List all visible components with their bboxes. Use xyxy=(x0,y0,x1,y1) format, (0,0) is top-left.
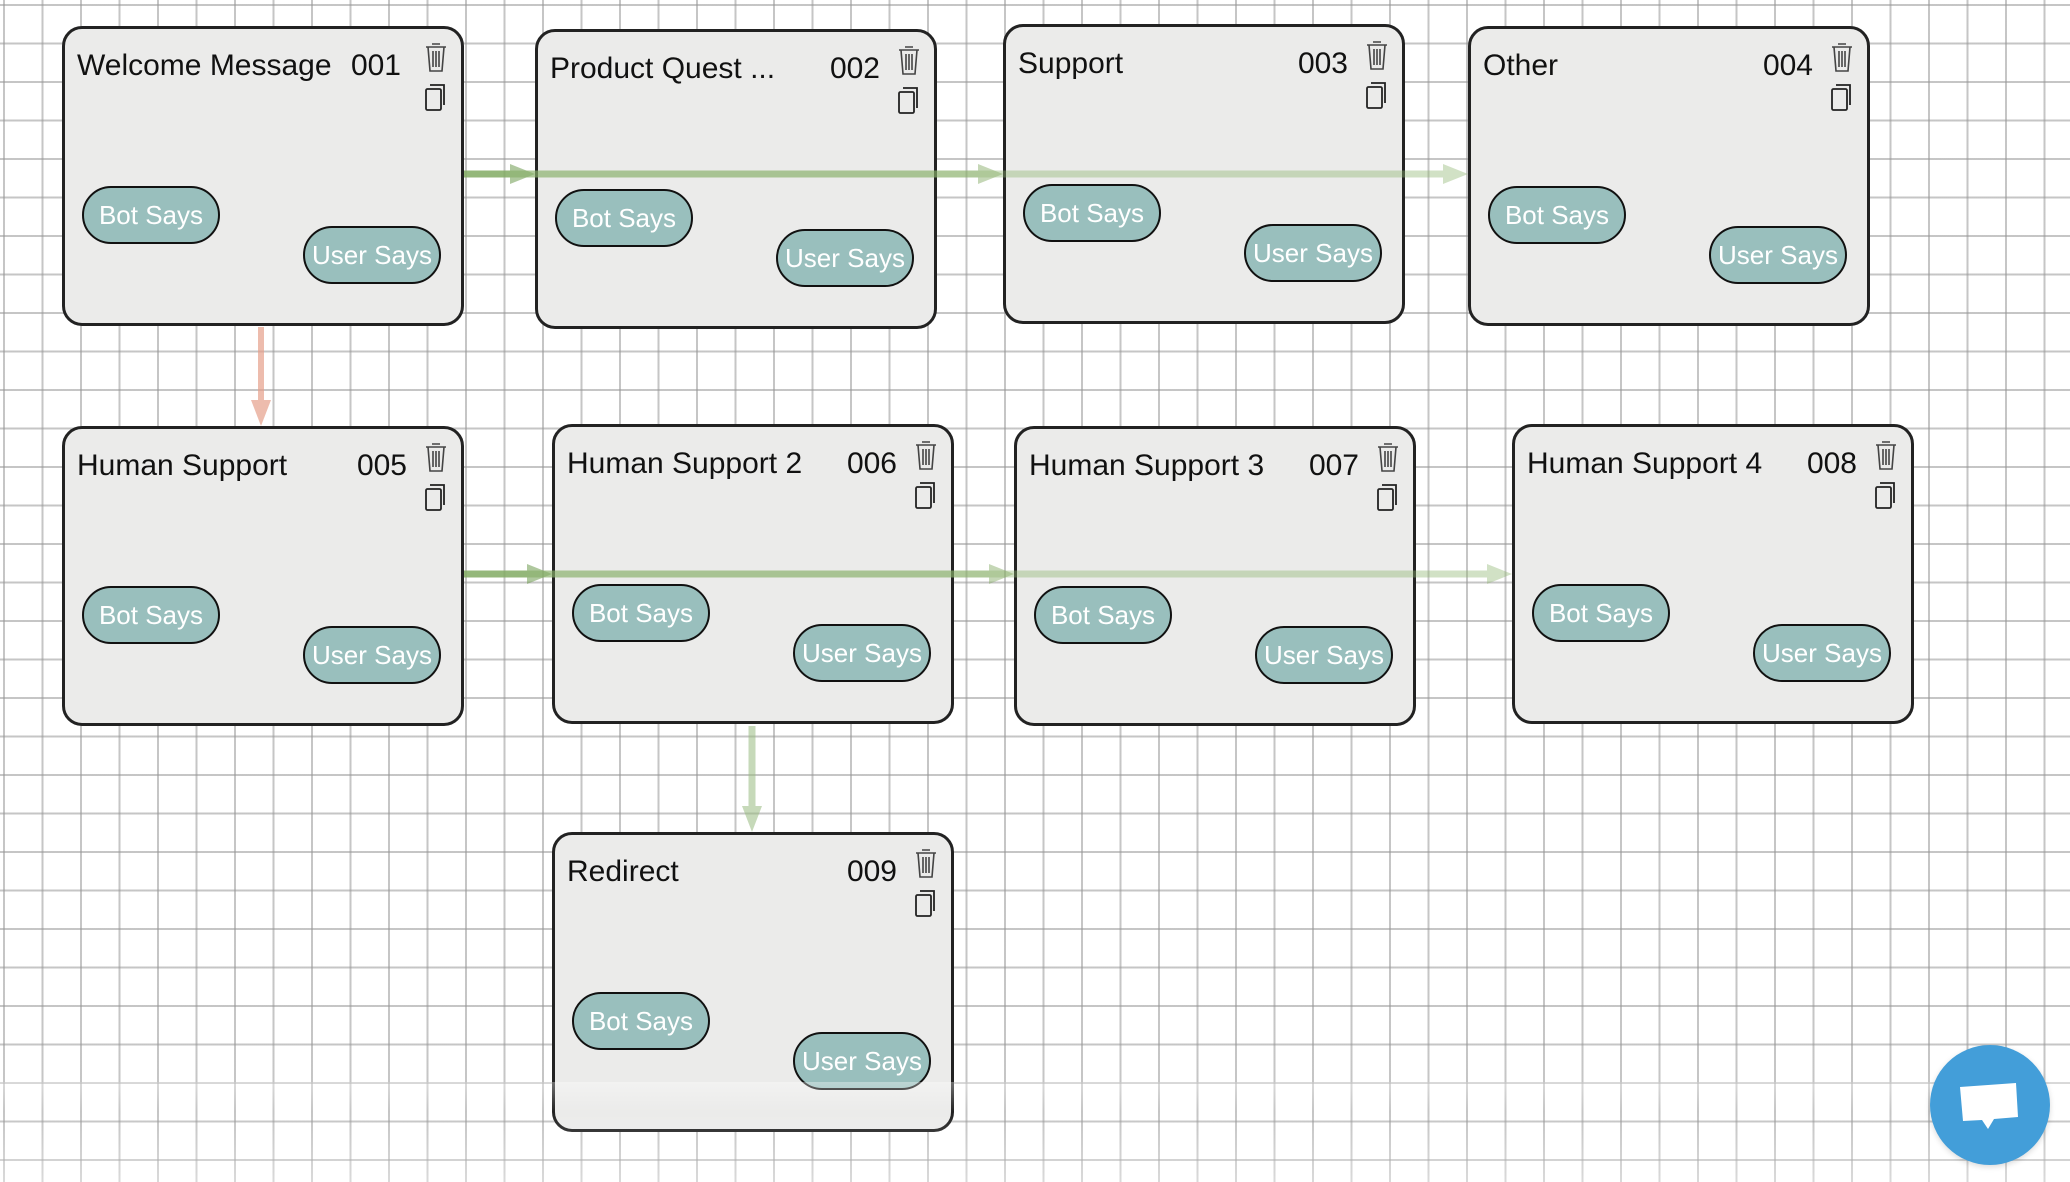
user-says-button[interactable]: User Says xyxy=(1244,224,1382,282)
user-says-button[interactable]: User Says xyxy=(303,626,441,684)
copy-icon[interactable] xyxy=(913,479,939,511)
bot-says-button[interactable]: Bot Says xyxy=(1023,184,1161,242)
copy-icon[interactable] xyxy=(423,481,449,513)
user-says-button[interactable]: User Says xyxy=(793,624,931,682)
trash-icon[interactable] xyxy=(1364,39,1390,71)
flow-canvas[interactable]: Welcome Message 001 Bot Says User Says P… xyxy=(0,0,2070,1182)
node-id: 005 xyxy=(356,449,407,482)
flow-node[interactable]: Other 004 Bot Says User Says xyxy=(1468,26,1870,326)
user-says-button[interactable]: User Says xyxy=(303,226,441,284)
trash-icon[interactable] xyxy=(1375,441,1401,473)
flow-node[interactable]: Human Support 2 006 Bot Says User Says xyxy=(552,424,954,724)
flow-node[interactable]: Welcome Message 001 Bot Says User Says xyxy=(62,26,464,326)
link-001-002[interactable] xyxy=(464,164,535,184)
copy-icon[interactable] xyxy=(1375,481,1401,513)
user-says-button[interactable]: User Says xyxy=(793,1032,931,1090)
node-id: 004 xyxy=(1762,49,1813,82)
node-title: Human Support xyxy=(77,449,288,482)
trash-icon[interactable] xyxy=(896,44,922,76)
bot-says-button[interactable]: Bot Says xyxy=(572,584,710,642)
copy-icon[interactable] xyxy=(423,81,449,113)
trash-icon[interactable] xyxy=(423,41,449,73)
node-title: Human Support 4 xyxy=(1527,447,1763,480)
node-id: 006 xyxy=(846,447,897,480)
node-title: Human Support 2 xyxy=(567,447,803,480)
bot-says-button[interactable]: Bot Says xyxy=(82,586,220,644)
link-005-006[interactable] xyxy=(464,564,552,584)
trash-icon[interactable] xyxy=(1829,41,1855,73)
copy-icon[interactable] xyxy=(1873,479,1899,511)
flow-node[interactable]: Human Support 3 007 Bot Says User Says xyxy=(1014,426,1416,726)
trash-icon[interactable] xyxy=(913,847,939,879)
node-id: 003 xyxy=(1297,47,1348,80)
copy-icon[interactable] xyxy=(913,887,939,919)
copy-icon[interactable] xyxy=(1364,79,1390,111)
copy-icon[interactable] xyxy=(1829,81,1855,113)
link-001-005[interactable] xyxy=(251,327,271,426)
chat-button[interactable] xyxy=(1930,1045,2050,1165)
user-says-button[interactable]: User Says xyxy=(776,229,914,287)
node-title: Human Support 3 xyxy=(1029,449,1265,482)
flow-node[interactable]: Human Support 4 008 Bot Says User Says xyxy=(1512,424,1914,724)
bot-says-button[interactable]: Bot Says xyxy=(1488,186,1626,244)
user-says-button[interactable]: User Says xyxy=(1709,226,1847,284)
node-id: 009 xyxy=(846,855,897,888)
bot-says-button[interactable]: Bot Says xyxy=(1532,584,1670,642)
node-title: Product Quest ... xyxy=(550,52,776,85)
trash-icon[interactable] xyxy=(1873,439,1899,471)
bot-says-button[interactable]: Bot Says xyxy=(572,992,710,1050)
bot-says-button[interactable]: Bot Says xyxy=(82,186,220,244)
node-id: 001 xyxy=(350,49,401,82)
bottom-fade xyxy=(0,1082,2070,1182)
link-006-009[interactable] xyxy=(742,726,762,832)
flow-node[interactable]: Redirect 009 Bot Says User Says xyxy=(552,832,954,1132)
copy-icon[interactable] xyxy=(896,84,922,116)
flow-node[interactable]: Support 003 Bot Says User Says xyxy=(1003,24,1405,324)
node-title: Welcome Message xyxy=(77,49,332,82)
user-says-button[interactable]: User Says xyxy=(1255,626,1393,684)
node-title: Support xyxy=(1018,47,1124,80)
node-id: 002 xyxy=(829,52,880,85)
node-id: 008 xyxy=(1806,447,1857,480)
trash-icon[interactable] xyxy=(423,441,449,473)
node-id: 007 xyxy=(1308,449,1359,482)
chat-bubble-icon xyxy=(1960,1083,2018,1129)
flow-node[interactable]: Human Support 005 Bot Says User Says xyxy=(62,426,464,726)
user-says-button[interactable]: User Says xyxy=(1753,624,1891,682)
trash-icon[interactable] xyxy=(913,439,939,471)
bot-says-button[interactable]: Bot Says xyxy=(555,189,693,247)
bot-says-button[interactable]: Bot Says xyxy=(1034,586,1172,644)
node-title: Other xyxy=(1483,49,1559,82)
flow-node[interactable]: Product Quest ... 002 Bot Says User Says xyxy=(535,29,937,329)
node-title: Redirect xyxy=(567,855,679,888)
